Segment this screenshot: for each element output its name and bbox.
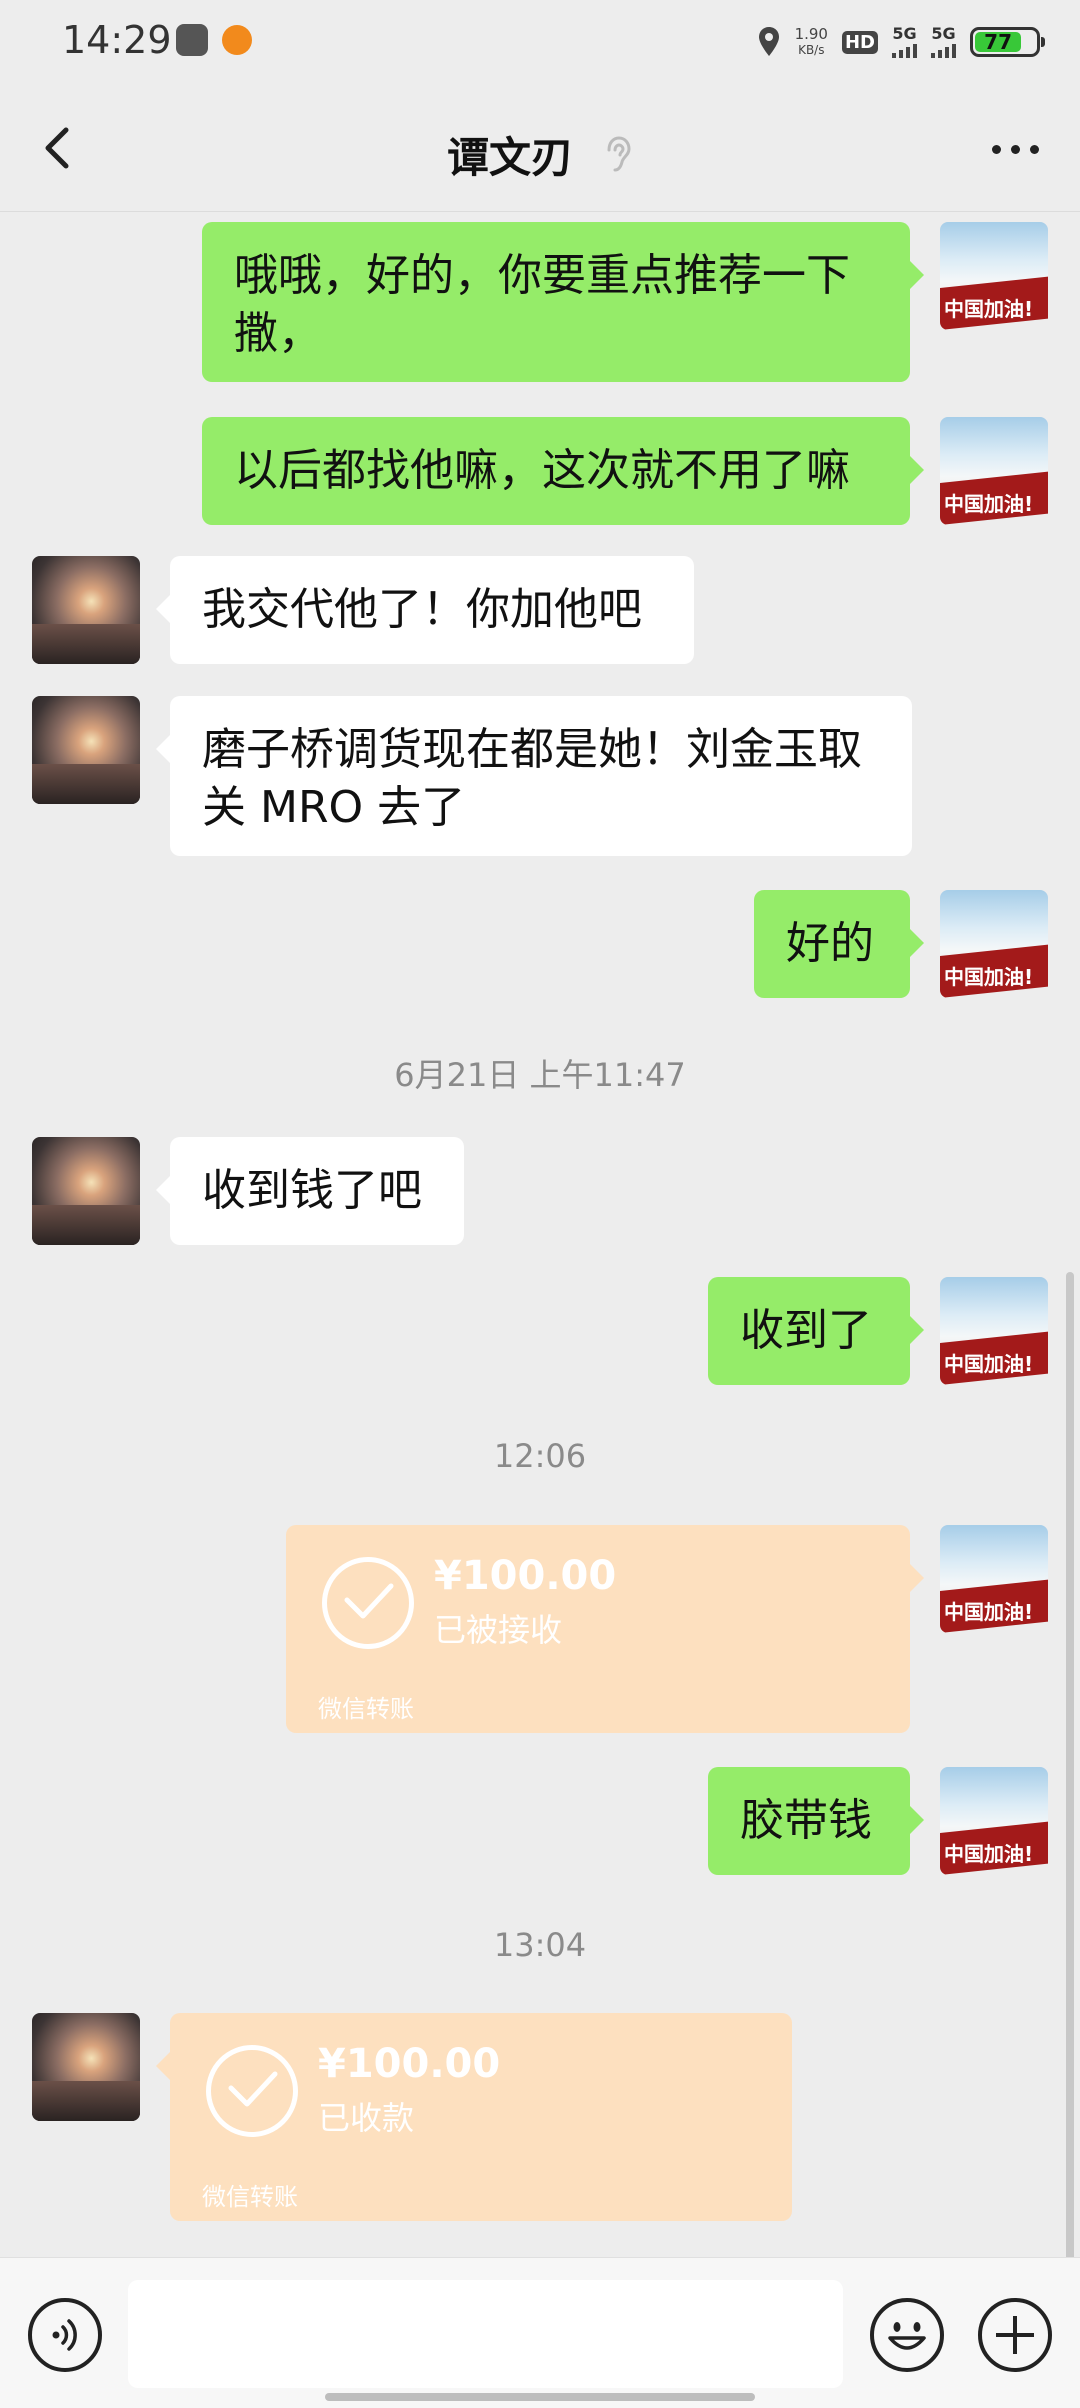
battery-level: 77 bbox=[975, 30, 1022, 54]
check-circle-icon bbox=[322, 1557, 414, 1649]
avatar-contact[interactable] bbox=[32, 556, 140, 664]
emoji-icon bbox=[888, 2322, 926, 2350]
home-indicator[interactable] bbox=[325, 2393, 755, 2401]
message-text: 胶带钱 bbox=[740, 1795, 872, 1846]
location-icon bbox=[758, 27, 779, 56]
sim1-signal-icon: 5G bbox=[892, 26, 917, 58]
sim1-network-type: 5G bbox=[892, 24, 917, 43]
message-text: 哦哦，好的，你要重点推荐一下撒， bbox=[234, 250, 850, 359]
avatar-me[interactable]: 中国加油! bbox=[940, 890, 1048, 998]
transfer-amount: ¥100.00 bbox=[318, 2041, 501, 2087]
more-dots-icon bbox=[991, 144, 1001, 154]
network-speed-unit: KB/s bbox=[798, 43, 825, 57]
message-bubble-sent[interactable]: 好的 bbox=[754, 890, 924, 998]
transfer-label: 微信转账 bbox=[318, 1695, 414, 1723]
message-text: 以后都找他嘛，这次就不用了嘛 bbox=[234, 445, 850, 496]
chat-title-container: 谭文刃 bbox=[0, 124, 1080, 185]
message-bubble-sent[interactable]: 收到了 bbox=[708, 1277, 924, 1385]
notification-app-icon-2 bbox=[222, 25, 252, 55]
network-speed-value: 1.90 bbox=[794, 25, 828, 43]
more-functions-button[interactable] bbox=[978, 2298, 1052, 2372]
message-text: 好的 bbox=[786, 918, 874, 969]
avatar-me-text: 中国加油! bbox=[944, 492, 1034, 516]
emoji-button[interactable] bbox=[870, 2298, 944, 2372]
message-bubble-sent[interactable]: 哦哦，好的，你要重点推荐一下撒， bbox=[202, 222, 924, 382]
message-timestamp: 12:06 bbox=[493, 1437, 587, 1475]
transfer-status: 已被接收 bbox=[434, 1611, 563, 1649]
hd-voice-badge: HD bbox=[841, 30, 878, 54]
transfer-status: 已收款 bbox=[318, 2099, 415, 2137]
avatar-me-text: 中国加油! bbox=[944, 1842, 1034, 1866]
status-bar: 14:29 1.90 KB/s HD 5G 5G 77 bbox=[0, 0, 1080, 84]
message-text: 磨子桥调货现在都是她！刘金玉取关 MRO 去了 bbox=[202, 724, 862, 833]
transfer-card-sent[interactable]: ¥100.00 已被接收 微信转账 bbox=[286, 1525, 924, 1733]
avatar-me[interactable]: 中国加油! bbox=[940, 1277, 1048, 1385]
status-time: 14:29 bbox=[62, 18, 172, 62]
avatar-me[interactable]: 中国加油! bbox=[940, 222, 1048, 330]
message-bubble-received[interactable]: 我交代他了！你加他吧 bbox=[156, 556, 694, 664]
message-text: 收到了 bbox=[740, 1305, 872, 1356]
status-indicators: 1.90 KB/s HD 5G 5G 77 bbox=[757, 18, 1045, 66]
message-bubble-sent[interactable]: 胶带钱 bbox=[708, 1767, 924, 1875]
message-bubble-sent[interactable]: 以后都找他嘛，这次就不用了嘛 bbox=[202, 417, 924, 525]
message-bubble-received[interactable]: 收到钱了吧 bbox=[156, 1137, 464, 1245]
avatar-me[interactable]: 中国加油! bbox=[940, 1525, 1048, 1633]
voice-icon bbox=[52, 2319, 77, 2351]
message-input[interactable] bbox=[128, 2280, 843, 2388]
chat-title: 谭文刃 bbox=[446, 133, 573, 182]
chat-scrollbar[interactable] bbox=[1066, 1272, 1074, 2257]
message-text: 我交代他了！你加他吧 bbox=[202, 584, 642, 635]
voice-input-button[interactable] bbox=[28, 2298, 102, 2372]
avatar-me-text: 中国加油! bbox=[944, 1600, 1034, 1624]
check-circle-icon bbox=[206, 2045, 298, 2137]
message-bubble-received[interactable]: 磨子桥调货现在都是她！刘金玉取关 MRO 去了 bbox=[156, 696, 912, 856]
avatar-me-text: 中国加油! bbox=[944, 1352, 1034, 1376]
message-timestamp: 6月21日 上午11:47 bbox=[394, 1056, 686, 1094]
message-timestamp: 13:04 bbox=[493, 1926, 587, 1964]
sim2-signal-icon: 5G bbox=[931, 26, 956, 58]
avatar-me-text: 中国加油! bbox=[944, 297, 1034, 321]
sim2-network-type: 5G bbox=[931, 24, 956, 43]
network-speed: 1.90 KB/s bbox=[795, 26, 828, 58]
more-options-button[interactable] bbox=[980, 124, 1050, 174]
transfer-label: 微信转账 bbox=[202, 2183, 298, 2211]
ear-icon bbox=[607, 135, 631, 171]
avatar-contact[interactable] bbox=[32, 696, 140, 804]
avatar-me[interactable]: 中国加油! bbox=[940, 417, 1048, 525]
avatar-contact[interactable] bbox=[32, 1137, 140, 1245]
avatar-contact[interactable] bbox=[32, 2013, 140, 2121]
chat-input-bar bbox=[0, 2257, 1080, 2408]
transfer-amount: ¥100.00 bbox=[434, 1553, 617, 1599]
avatar-me[interactable]: 中国加油! bbox=[940, 1767, 1048, 1875]
message-text: 收到钱了吧 bbox=[202, 1165, 422, 1216]
avatar-me-text: 中国加油! bbox=[944, 965, 1034, 989]
notification-app-icon bbox=[176, 24, 208, 56]
chat-message-list[interactable]: 哦哦，好的，你要重点推荐一下撒， 中国加油! 以后都找他嘛，这次就不用了嘛 中国… bbox=[0, 212, 1080, 2257]
battery-icon: 77 bbox=[970, 27, 1045, 57]
battery-percent: 77 bbox=[984, 30, 1013, 54]
transfer-card-received[interactable]: ¥100.00 已收款 微信转账 bbox=[156, 2013, 792, 2221]
chat-header: 谭文刃 bbox=[0, 84, 1080, 212]
